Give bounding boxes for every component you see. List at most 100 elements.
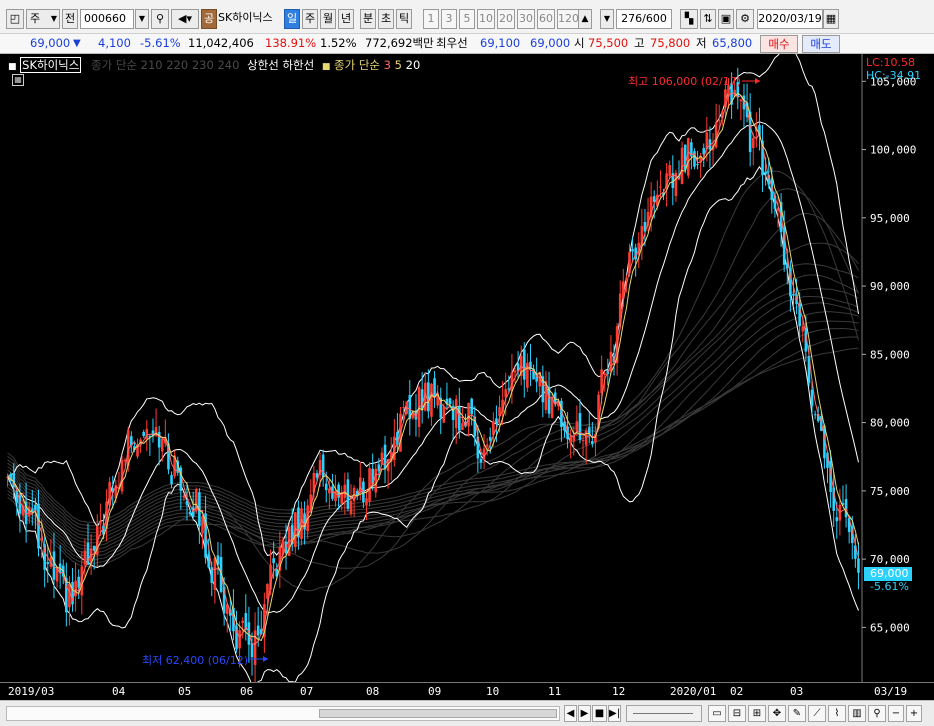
scrollbar-thumb[interactable] <box>319 709 557 718</box>
interval-button[interactable]: 3 <box>441 9 457 29</box>
legend-ma[interactable]: 종가 단순 <box>334 58 380 72</box>
candle-body <box>569 436 572 443</box>
interval-button[interactable]: 60 <box>537 9 555 29</box>
candle-body <box>272 558 275 564</box>
interval-button[interactable]: 1 <box>423 9 439 29</box>
candle-body <box>578 413 582 441</box>
calendar-icon[interactable]: ▦ <box>823 9 839 29</box>
candle-body <box>857 558 860 573</box>
candle-body <box>142 431 145 437</box>
x-axis-label: 11 <box>548 685 562 698</box>
interval-button[interactable]: 30 <box>517 9 535 29</box>
stock-code-input[interactable]: 000660 <box>80 9 134 29</box>
x-axis-label: 08 <box>366 685 380 698</box>
market-select[interactable]: 주 ▼ <box>26 9 60 29</box>
chart-navigation: ◀ ▶ ■ ▶| ▭ ⊟ ⊞ ✥ ✎ ⟋ ⌇ ▥ ⚲ − + <box>0 700 934 726</box>
candle-body <box>324 483 328 490</box>
candle-body <box>792 293 795 296</box>
view-icon-3[interactable]: ⊞ <box>748 705 766 722</box>
period-tab[interactable]: 분 <box>360 9 376 29</box>
zoom-slider[interactable] <box>626 705 702 722</box>
zoom-in-icon[interactable]: + <box>906 705 922 722</box>
volume-ratio: 138.91% <box>265 36 317 50</box>
interval-button[interactable]: 5 <box>459 9 475 29</box>
candle-body <box>328 488 331 494</box>
compare-icon[interactable]: ⇅ <box>700 9 716 29</box>
scroll-left-icon[interactable]: ◀ <box>564 705 577 722</box>
legend-bands[interactable]: 상한선 하한선 <box>247 58 314 72</box>
x-axis-label: 06 <box>240 685 254 698</box>
prefix-toggle[interactable]: 전 <box>62 9 78 29</box>
view-icon-1[interactable]: ▭ <box>708 705 726 722</box>
y-tick-label: 75,000 <box>870 485 910 498</box>
price-chart[interactable]: 65,000 70,000 75,000 80,000 85,000 90,000 95,0… <box>0 54 934 700</box>
count-field[interactable]: 276/600 <box>616 9 672 29</box>
period-tab[interactable]: 초 <box>378 9 394 29</box>
zoom-out-icon[interactable]: − <box>888 705 904 722</box>
period-tab[interactable]: 주 <box>302 9 318 29</box>
period-tab[interactable]: 월 <box>320 9 336 29</box>
tool-icon[interactable]: ▚ <box>680 9 698 29</box>
period-tab[interactable]: 틱 <box>396 9 412 29</box>
horizontal-scrollbar[interactable] <box>6 706 560 721</box>
scroll-last-icon[interactable]: ▶| <box>608 705 621 722</box>
category-badge: 공 <box>201 9 217 29</box>
low-price: 65,800 <box>712 36 753 50</box>
x-axis: 03/19 2019/03 04 05 06 07 08 09 10 11 12 2020/01 02… <box>0 682 934 700</box>
legend-ma-3: 3 <box>383 58 391 72</box>
high-annotation: 최고 106,000 (02/17) <box>628 75 742 88</box>
candle-body <box>256 625 260 636</box>
turnover: 1.52% <box>320 36 357 50</box>
search-icon[interactable]: ⚲ <box>151 9 169 29</box>
interval-button[interactable]: 120 <box>557 9 579 29</box>
last-price-tag: 69,000 <box>864 567 912 581</box>
interval-button[interactable]: 20 <box>497 9 515 29</box>
count-dropdown-icon[interactable]: ▼ <box>600 9 614 29</box>
legend-title[interactable]: SK하이닉스 <box>20 57 82 73</box>
candle-body <box>321 454 325 478</box>
scroll-first-icon[interactable]: ▶ <box>578 705 591 722</box>
period-tab[interactable]: 년 <box>338 9 354 29</box>
expand-icon[interactable]: ◰ <box>6 9 24 29</box>
buy-button[interactable]: 매수 <box>760 35 798 53</box>
candle-body <box>46 562 50 565</box>
grid-toggle-icon[interactable]: ▦ <box>12 74 24 86</box>
volume: 11,042,406 <box>188 36 254 50</box>
zoom-icon[interactable]: ⚲ <box>868 705 886 722</box>
ma20-line <box>7 121 859 614</box>
candle-body <box>581 440 585 442</box>
date-field[interactable]: 2020/03/19 <box>757 9 823 29</box>
legend-long-ma[interactable]: 종가 단순 210 220 230 240 <box>91 58 239 72</box>
sound-icon[interactable]: ◀▾ <box>171 9 199 29</box>
candle-body <box>575 421 579 431</box>
save-icon[interactable]: ▣ <box>718 9 734 29</box>
gear-icon[interactable]: ⚙ <box>736 9 754 29</box>
pan-icon[interactable]: ✥ <box>768 705 786 722</box>
x-axis-label: 03 <box>790 685 804 698</box>
candle-body <box>801 326 805 332</box>
x-axis-label: 09 <box>428 685 442 698</box>
trendline-icon[interactable]: ⟋ <box>808 705 826 722</box>
x-axis-end-date: 03/19 <box>874 685 908 698</box>
stop-icon[interactable]: ■ <box>592 705 607 722</box>
x-axis-label: 02 <box>730 685 744 698</box>
period-tab[interactable]: 일 <box>284 9 300 29</box>
y-tick-label: 70,000 <box>870 553 910 566</box>
price-change: 4,100 <box>98 36 131 50</box>
view-icon-2[interactable]: ⊟ <box>728 705 746 722</box>
candle-body <box>213 557 217 590</box>
interval-dropdown-icon[interactable]: ▲ <box>578 9 592 29</box>
candle-body <box>810 389 814 407</box>
chart-style-icon[interactable]: ▥ <box>848 705 866 722</box>
candle-body <box>482 448 486 460</box>
code-dropdown-icon[interactable]: ▼ <box>135 9 149 29</box>
candle-body <box>659 186 662 188</box>
draw-icon[interactable]: ⌇ <box>828 705 846 722</box>
pen-icon[interactable]: ✎ <box>788 705 806 722</box>
candle-body <box>488 436 492 441</box>
interval-button[interactable]: 10 <box>477 9 495 29</box>
sell-button[interactable]: 매도 <box>802 35 840 53</box>
long-ma-line <box>7 274 859 551</box>
chart-legend: ■ SK하이닉스 종가 단순 210 220 230 240 상한선 하한선 ■… <box>8 57 420 73</box>
candle-body <box>188 511 192 515</box>
